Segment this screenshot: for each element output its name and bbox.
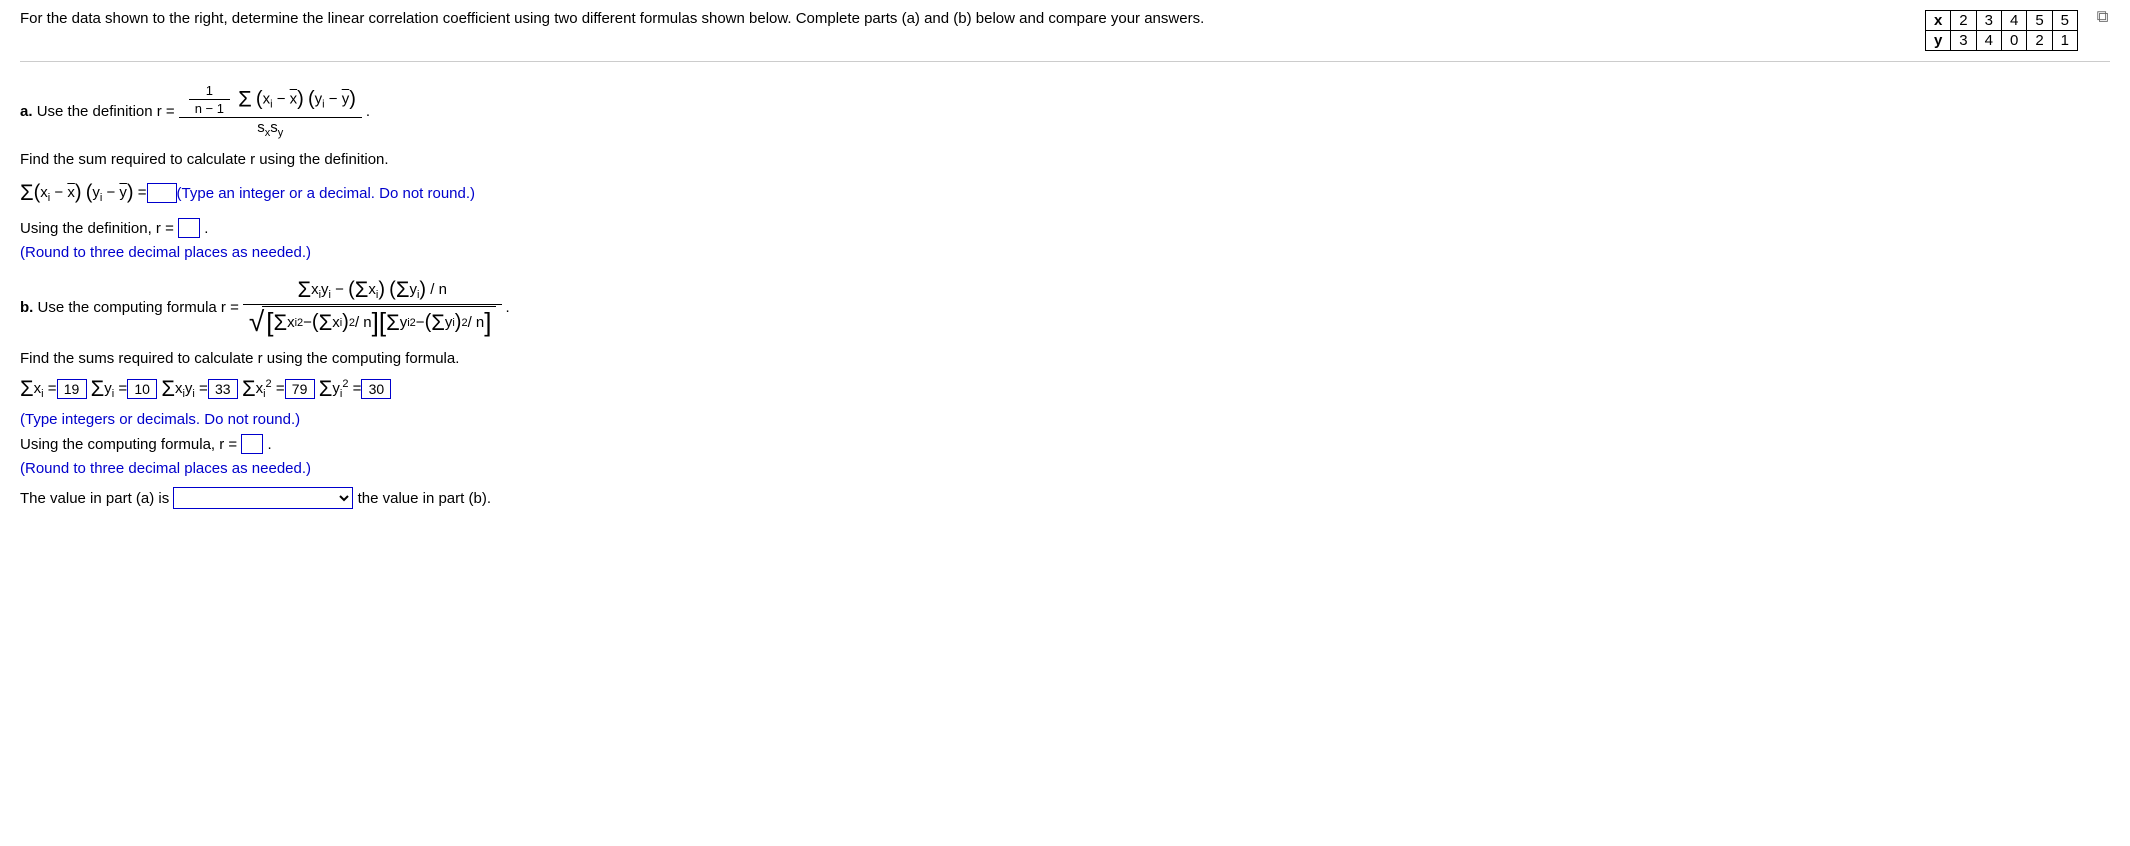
copy-icon[interactable]: [2096, 10, 2110, 24]
sum-y-input[interactable]: [127, 379, 157, 399]
sum-y-label: Σyi =: [91, 376, 128, 402]
find-sums-text: Find the sums required to calculate r us…: [20, 350, 2110, 367]
x-cell: 5: [2027, 11, 2052, 31]
part-b-after: .: [506, 299, 510, 316]
y-cell: 1: [2052, 31, 2077, 51]
x-cell: 5: [2052, 11, 2077, 31]
find-sum-text: Find the sum required to calculate r usi…: [20, 151, 2110, 168]
sum-y2-input[interactable]: [361, 379, 391, 399]
compare-after: the value in part (b).: [358, 490, 491, 507]
x-cell: 2: [1951, 11, 1976, 31]
x-cell: 4: [2001, 11, 2026, 31]
part-b-label: b.: [20, 299, 33, 316]
data-table: x 2 3 4 5 5 y 3 4 0 2 1: [1925, 10, 2078, 51]
part-b-lead: Use the computing formula r =: [38, 299, 239, 316]
compare-before: The value in part (a) is: [20, 490, 169, 507]
r-a-input[interactable]: [178, 218, 200, 238]
y-label: y: [1925, 31, 1950, 51]
round-hint-b: (Round to three decimal places as needed…: [20, 460, 2110, 477]
y-cell: 3: [1951, 31, 1976, 51]
sum-a-input[interactable]: [147, 183, 177, 203]
compare-select[interactable]: [173, 487, 353, 509]
y-cell: 2: [2027, 31, 2052, 51]
intro-text: For the data shown to the right, determi…: [20, 10, 1204, 27]
sum-xy-input[interactable]: [208, 379, 238, 399]
y-cell: 0: [2001, 31, 2026, 51]
using-definition-text: Using the definition, r =: [20, 220, 174, 237]
using-computing-text: Using the computing formula, r =: [20, 436, 237, 453]
part-a-label: a.: [20, 103, 33, 120]
sum-x2-label: Σxi2 =: [242, 376, 285, 402]
sum-a-hint: (Type an integer or a decimal. Do not ro…: [177, 185, 476, 202]
sum-x-label: Σxi =: [20, 376, 57, 402]
computing-formula: Σxiyi − (Σxi) (Σyi) / n √ [Σxi2 − (Σxi)2…: [243, 277, 502, 338]
y-cell: 4: [1976, 31, 2001, 51]
sum-xy-label: Σxiyi =: [161, 376, 207, 402]
x-cell: 3: [1976, 11, 2001, 31]
definition-formula: 1 n − 1 Σ (xi − x) (yi − y) sxsy: [179, 83, 362, 139]
part-a-lead: Use the definition r =: [37, 103, 175, 120]
type-hint-b: (Type integers or decimals. Do not round…: [20, 411, 2110, 428]
sum-y2-label: Σyi2 =: [319, 376, 362, 402]
round-hint-a: (Round to three decimal places as needed…: [20, 244, 2110, 261]
r-b-input[interactable]: [241, 434, 263, 454]
sum-x-input[interactable]: [57, 379, 87, 399]
x-label: x: [1925, 11, 1950, 31]
sum-x2-input[interactable]: [285, 379, 315, 399]
part-a-after: .: [366, 103, 370, 120]
sum-expression: Σ(xi − x) (yi − y) =: [20, 180, 147, 206]
